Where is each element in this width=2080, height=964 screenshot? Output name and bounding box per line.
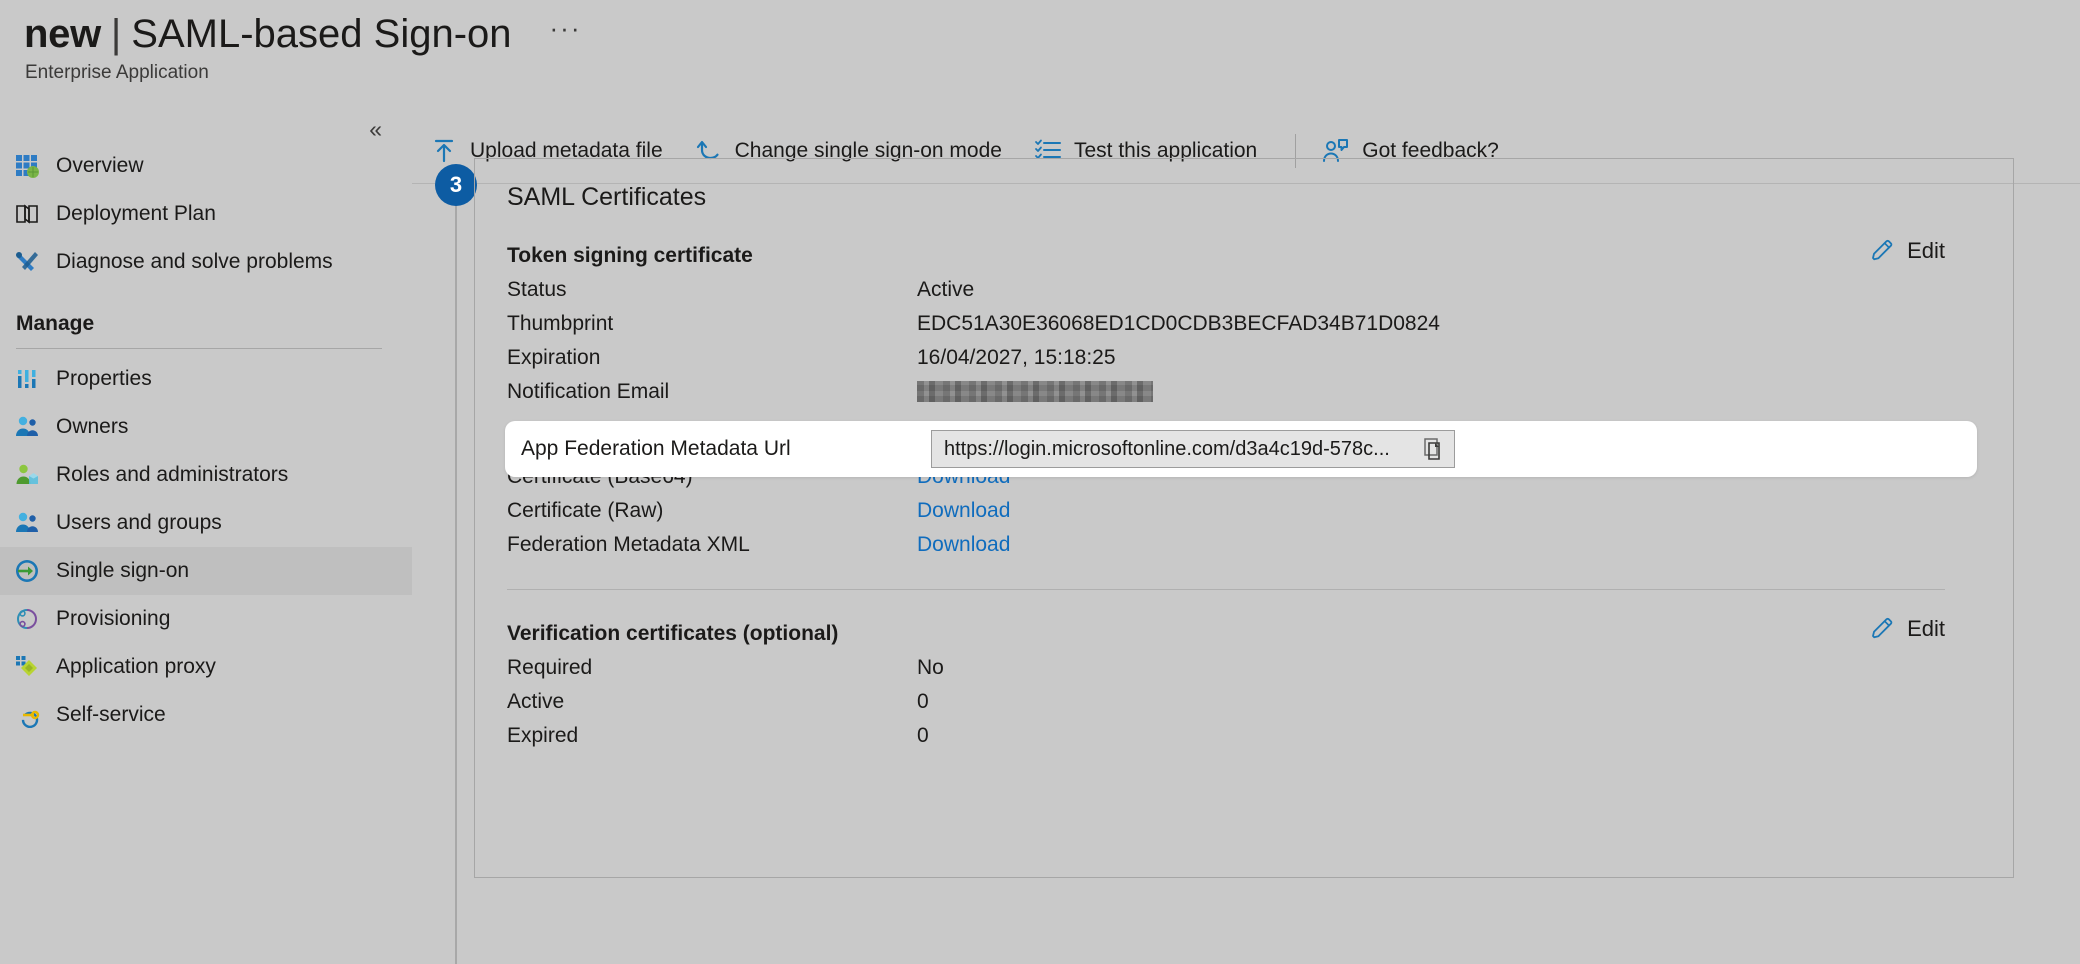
row-key: Thumbprint: [507, 312, 917, 336]
sidebar-item-self-service[interactable]: Self-service: [0, 691, 412, 739]
sidebar-section-manage: Manage: [0, 286, 412, 336]
main-content: 3 SAML Certificates Token signing certif…: [412, 184, 2080, 964]
sidebar-item-label: Users and groups: [56, 511, 222, 535]
row-value: 0: [917, 724, 929, 748]
sidebar-item-label: Overview: [56, 154, 144, 178]
app-federation-metadata-url-value: https://login.microsoftonline.com/d3a4c1…: [944, 438, 1422, 461]
app-federation-metadata-url-label: App Federation Metadata Url: [521, 437, 931, 461]
row-value: No: [917, 656, 944, 680]
sidebar-section-divider: [16, 348, 382, 349]
application-name: new: [24, 12, 101, 56]
sidebar-nav-list: Overview Deployment Plan: [0, 142, 412, 739]
title-separator: |: [111, 12, 121, 56]
card-title: SAML Certificates: [475, 159, 2013, 212]
row-key: Expired: [507, 724, 917, 748]
row-required: Required No: [507, 653, 1981, 682]
row-expiration: Expiration 16/04/2027, 15:18:25: [507, 343, 1981, 372]
sidebar-item-provisioning[interactable]: Provisioning: [0, 595, 412, 643]
edit-button-label: Edit: [1907, 616, 1945, 642]
app-proxy-icon: [14, 654, 40, 680]
page-header: new | SAML-based Sign-on ··· Enterprise …: [0, 0, 2080, 118]
sidebar-item-roles-administrators[interactable]: Roles and administrators: [0, 451, 412, 499]
row-active: Active 0: [507, 687, 1981, 716]
azure-saml-signon-page: new | SAML-based Sign-on ··· Enterprise …: [0, 0, 2080, 964]
row-thumbprint: Thumbprint EDC51A30E36068ED1CD0CDB3BECFA…: [507, 309, 1981, 338]
page-title: new | SAML-based Sign-on ···: [0, 0, 2080, 56]
step-badge-3: 3: [435, 164, 477, 206]
sidebar-item-label: Provisioning: [56, 607, 170, 631]
edit-verification-certificates-button[interactable]: Edit: [1869, 616, 1945, 642]
saml-certificates-card: SAML Certificates Token signing certific…: [474, 158, 2014, 878]
sidebar-item-deployment-plan[interactable]: Deployment Plan: [0, 190, 412, 238]
sidebar-item-overview[interactable]: Overview: [0, 142, 412, 190]
page-subtitle: Enterprise Application: [0, 62, 2080, 84]
row-status: Status Active: [507, 275, 1981, 304]
row-expired: Expired 0: [507, 721, 1981, 750]
app-federation-metadata-url-field[interactable]: https://login.microsoftonline.com/d3a4c1…: [931, 430, 1455, 468]
token-section-heading: Token signing certificate: [507, 244, 753, 268]
row-key: Status: [507, 278, 917, 302]
token-section-header-row: Token signing certificate Edit: [507, 244, 1981, 270]
step-connector-line: [455, 184, 457, 964]
self-service-key-icon: [14, 702, 40, 728]
row-key: Notification Email: [507, 380, 917, 404]
row-certificate-raw: Certificate (Raw) Download: [507, 496, 1981, 525]
sidebar-item-label: Owners: [56, 415, 128, 439]
sso-arrow-circle-icon: [14, 558, 40, 584]
sidebar-item-owners[interactable]: Owners: [0, 403, 412, 451]
redacted-email-value: [917, 381, 1153, 402]
sidebar-item-properties[interactable]: Properties: [0, 355, 412, 403]
row-key: Federation Metadata XML: [507, 533, 917, 557]
row-key: Required: [507, 656, 917, 680]
page-title-text: SAML-based Sign-on: [131, 12, 511, 56]
row-value: 16/04/2027, 15:18:25: [917, 346, 1116, 370]
sidebar-item-single-sign-on[interactable]: Single sign-on: [0, 547, 412, 595]
sidebar: «: [0, 118, 412, 964]
pencil-icon: [1869, 616, 1895, 642]
sidebar-item-application-proxy[interactable]: Application proxy: [0, 643, 412, 691]
token-signing-certificate-section: Token signing certificate Edit Status: [475, 244, 2013, 750]
download-federation-metadata-xml-link[interactable]: Download: [917, 533, 1010, 557]
people-icon: [14, 414, 40, 440]
overview-grid-globe-icon: [14, 153, 40, 179]
sidebar-item-label: Self-service: [56, 703, 166, 727]
edit-button-label: Edit: [1907, 238, 1945, 264]
app-federation-metadata-url-highlight: App Federation Metadata Url https://logi…: [505, 421, 1977, 477]
row-key: Certificate (Raw): [507, 499, 917, 523]
collapse-sidebar-button[interactable]: «: [369, 118, 382, 141]
row-notification-email: Notification Email: [507, 377, 1981, 406]
row-value: Active: [917, 278, 974, 302]
sidebar-item-label: Application proxy: [56, 655, 216, 679]
row-value: EDC51A30E36068ED1CD0CDB3BECFAD34B71D0824: [917, 312, 1440, 336]
sidebar-item-label: Single sign-on: [56, 559, 189, 583]
sidebar-item-label: Deployment Plan: [56, 202, 216, 226]
row-federation-metadata-xml: Federation Metadata XML Download: [507, 530, 1981, 559]
verification-section-heading: Verification certificates (optional): [507, 622, 838, 646]
properties-bars-icon: [14, 366, 40, 392]
pencil-icon: [1869, 238, 1895, 264]
row-value: 0: [917, 690, 929, 714]
sidebar-item-label: Properties: [56, 367, 152, 391]
provisioning-cycle-icon: [14, 606, 40, 632]
sidebar-item-diagnose[interactable]: Diagnose and solve problems: [0, 238, 412, 286]
download-certificate-raw-link[interactable]: Download: [917, 499, 1010, 523]
row-key: Active: [507, 690, 917, 714]
edit-token-signing-certificate-button[interactable]: Edit: [1869, 238, 1945, 264]
copy-icon[interactable]: [1422, 437, 1446, 461]
tools-icon: [14, 249, 40, 275]
more-options-button[interactable]: ···: [550, 13, 582, 44]
sidebar-item-label: Diagnose and solve problems: [56, 250, 333, 274]
verification-section-header-row: Verification certificates (optional) Edi…: [507, 622, 1981, 648]
sidebar-item-label: Roles and administrators: [56, 463, 288, 487]
upload-icon: [430, 137, 458, 165]
book-icon: [14, 201, 40, 227]
role-person-icon: [14, 462, 40, 488]
section-divider: [507, 589, 1945, 590]
sidebar-item-users-and-groups[interactable]: Users and groups: [0, 499, 412, 547]
people-icon: [14, 510, 40, 536]
row-key: Expiration: [507, 346, 917, 370]
